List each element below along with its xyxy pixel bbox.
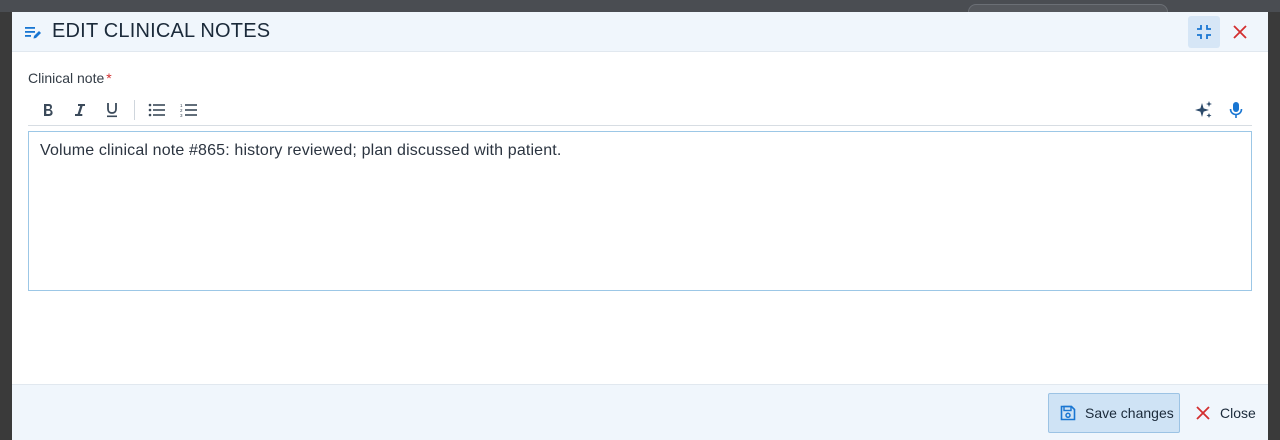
microphone-icon xyxy=(1229,101,1243,118)
ai-sparkle-icon xyxy=(1195,100,1212,118)
dialog-footer: Save changes Close xyxy=(12,384,1268,440)
italic-icon xyxy=(75,103,85,116)
numbered-list-button[interactable]: 1 2 3 xyxy=(173,94,205,126)
save-button-label: Save changes xyxy=(1085,404,1174,421)
svg-text:3: 3 xyxy=(180,113,183,117)
collapse-icon xyxy=(1197,24,1211,39)
edit-notes-dialog: EDIT CLINICAL NOTES Clinical note * 1 2 … xyxy=(12,12,1268,440)
underline-button[interactable] xyxy=(96,94,128,126)
required-marker: * xyxy=(106,70,112,86)
dialog-body: Clinical note * 1 2 3 Volume clinical no… xyxy=(12,52,1268,384)
close-icon xyxy=(1233,24,1247,39)
clinical-note-editor[interactable]: Volume clinical note #865: history revie… xyxy=(28,131,1252,291)
toolbar-divider xyxy=(134,99,135,120)
save-icon xyxy=(1059,404,1077,422)
dialog-header: EDIT CLINICAL NOTES xyxy=(12,12,1268,52)
close-button-label: Close xyxy=(1220,404,1256,421)
close-icon xyxy=(1194,404,1212,422)
bold-icon xyxy=(44,103,53,116)
edit-note-icon xyxy=(24,23,42,41)
bulleted-list-button[interactable] xyxy=(141,94,173,126)
field-label: Clinical note * xyxy=(28,70,1252,88)
ai-assist-button[interactable] xyxy=(1188,94,1220,126)
italic-button[interactable] xyxy=(64,94,96,126)
dialog-title: EDIT CLINICAL NOTES xyxy=(52,20,271,42)
bulleted-list-icon xyxy=(148,103,165,116)
close-button[interactable]: Close xyxy=(1184,393,1268,433)
numbered-list-icon: 1 2 3 xyxy=(180,103,197,117)
underline-icon xyxy=(107,102,117,117)
dialog-close-button[interactable] xyxy=(1224,16,1256,48)
editor-toolbar: 1 2 3 xyxy=(28,94,1252,126)
save-button[interactable]: Save changes xyxy=(1048,392,1180,433)
collapse-button[interactable] xyxy=(1188,15,1220,48)
dictation-button[interactable] xyxy=(1220,94,1252,126)
field-label-text: Clinical note xyxy=(28,70,105,86)
bold-button[interactable] xyxy=(32,94,64,126)
